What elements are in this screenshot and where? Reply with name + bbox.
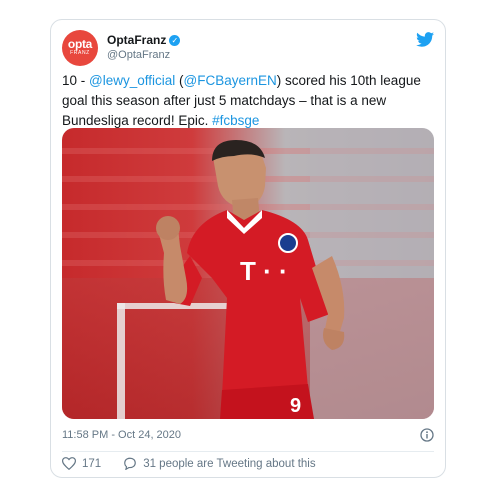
- player-photo: T · · 9: [62, 128, 434, 419]
- divider: [62, 451, 434, 452]
- info-icon[interactable]: [420, 428, 434, 442]
- speech-bubble-icon: [124, 457, 137, 470]
- avatar-logo-subtext: FRANZ: [70, 50, 90, 56]
- mention-link-fcbayernen[interactable]: @FCBayernEN: [184, 73, 277, 88]
- tweet-text-part: 10 -: [62, 73, 90, 88]
- avatar-logo-text: opta: [67, 37, 93, 51]
- conversation-text: 31 people are Tweeting about this: [143, 457, 316, 470]
- avatar[interactable]: opta FRANZ: [62, 30, 98, 66]
- like-button[interactable]: 171: [62, 457, 101, 470]
- tweet-card: opta FRANZ OptaFranz ✓ @OptaFranz 10 - @…: [50, 19, 446, 478]
- tweet-timestamp[interactable]: 11:58 PM - Oct 24, 2020: [62, 429, 181, 441]
- like-count: 171: [82, 457, 102, 470]
- jersey-sponsor-logo: T · ·: [240, 256, 288, 286]
- tweet-meta: 11:58 PM - Oct 24, 2020: [62, 428, 434, 442]
- mention-link-lewy-official[interactable]: @lewy_official: [89, 73, 175, 88]
- tweet-actions: 171 31 people are Tweeting about this: [62, 457, 316, 470]
- author-name-row: OptaFranz ✓: [107, 33, 181, 47]
- author-handle[interactable]: @OptaFranz: [107, 49, 170, 61]
- jersey-number: 9: [290, 395, 301, 417]
- verified-badge-icon: ✓: [169, 34, 181, 46]
- tweet-text-part: (: [175, 73, 184, 88]
- tweet-text: 10 - @lewy_official (@FCBayernEN) scored…: [62, 71, 438, 131]
- tweet-header: opta FRANZ OptaFranz ✓ @OptaFranz: [62, 30, 434, 68]
- tweet-photo[interactable]: T · · 9: [62, 128, 434, 419]
- heart-icon: [62, 457, 76, 470]
- hashtag-link-fcbsge[interactable]: #fcbsge: [212, 113, 259, 128]
- twitter-bird-icon[interactable]: [416, 32, 434, 47]
- author-display-name[interactable]: OptaFranz: [107, 33, 166, 47]
- conversation-link[interactable]: 31 people are Tweeting about this: [123, 457, 316, 470]
